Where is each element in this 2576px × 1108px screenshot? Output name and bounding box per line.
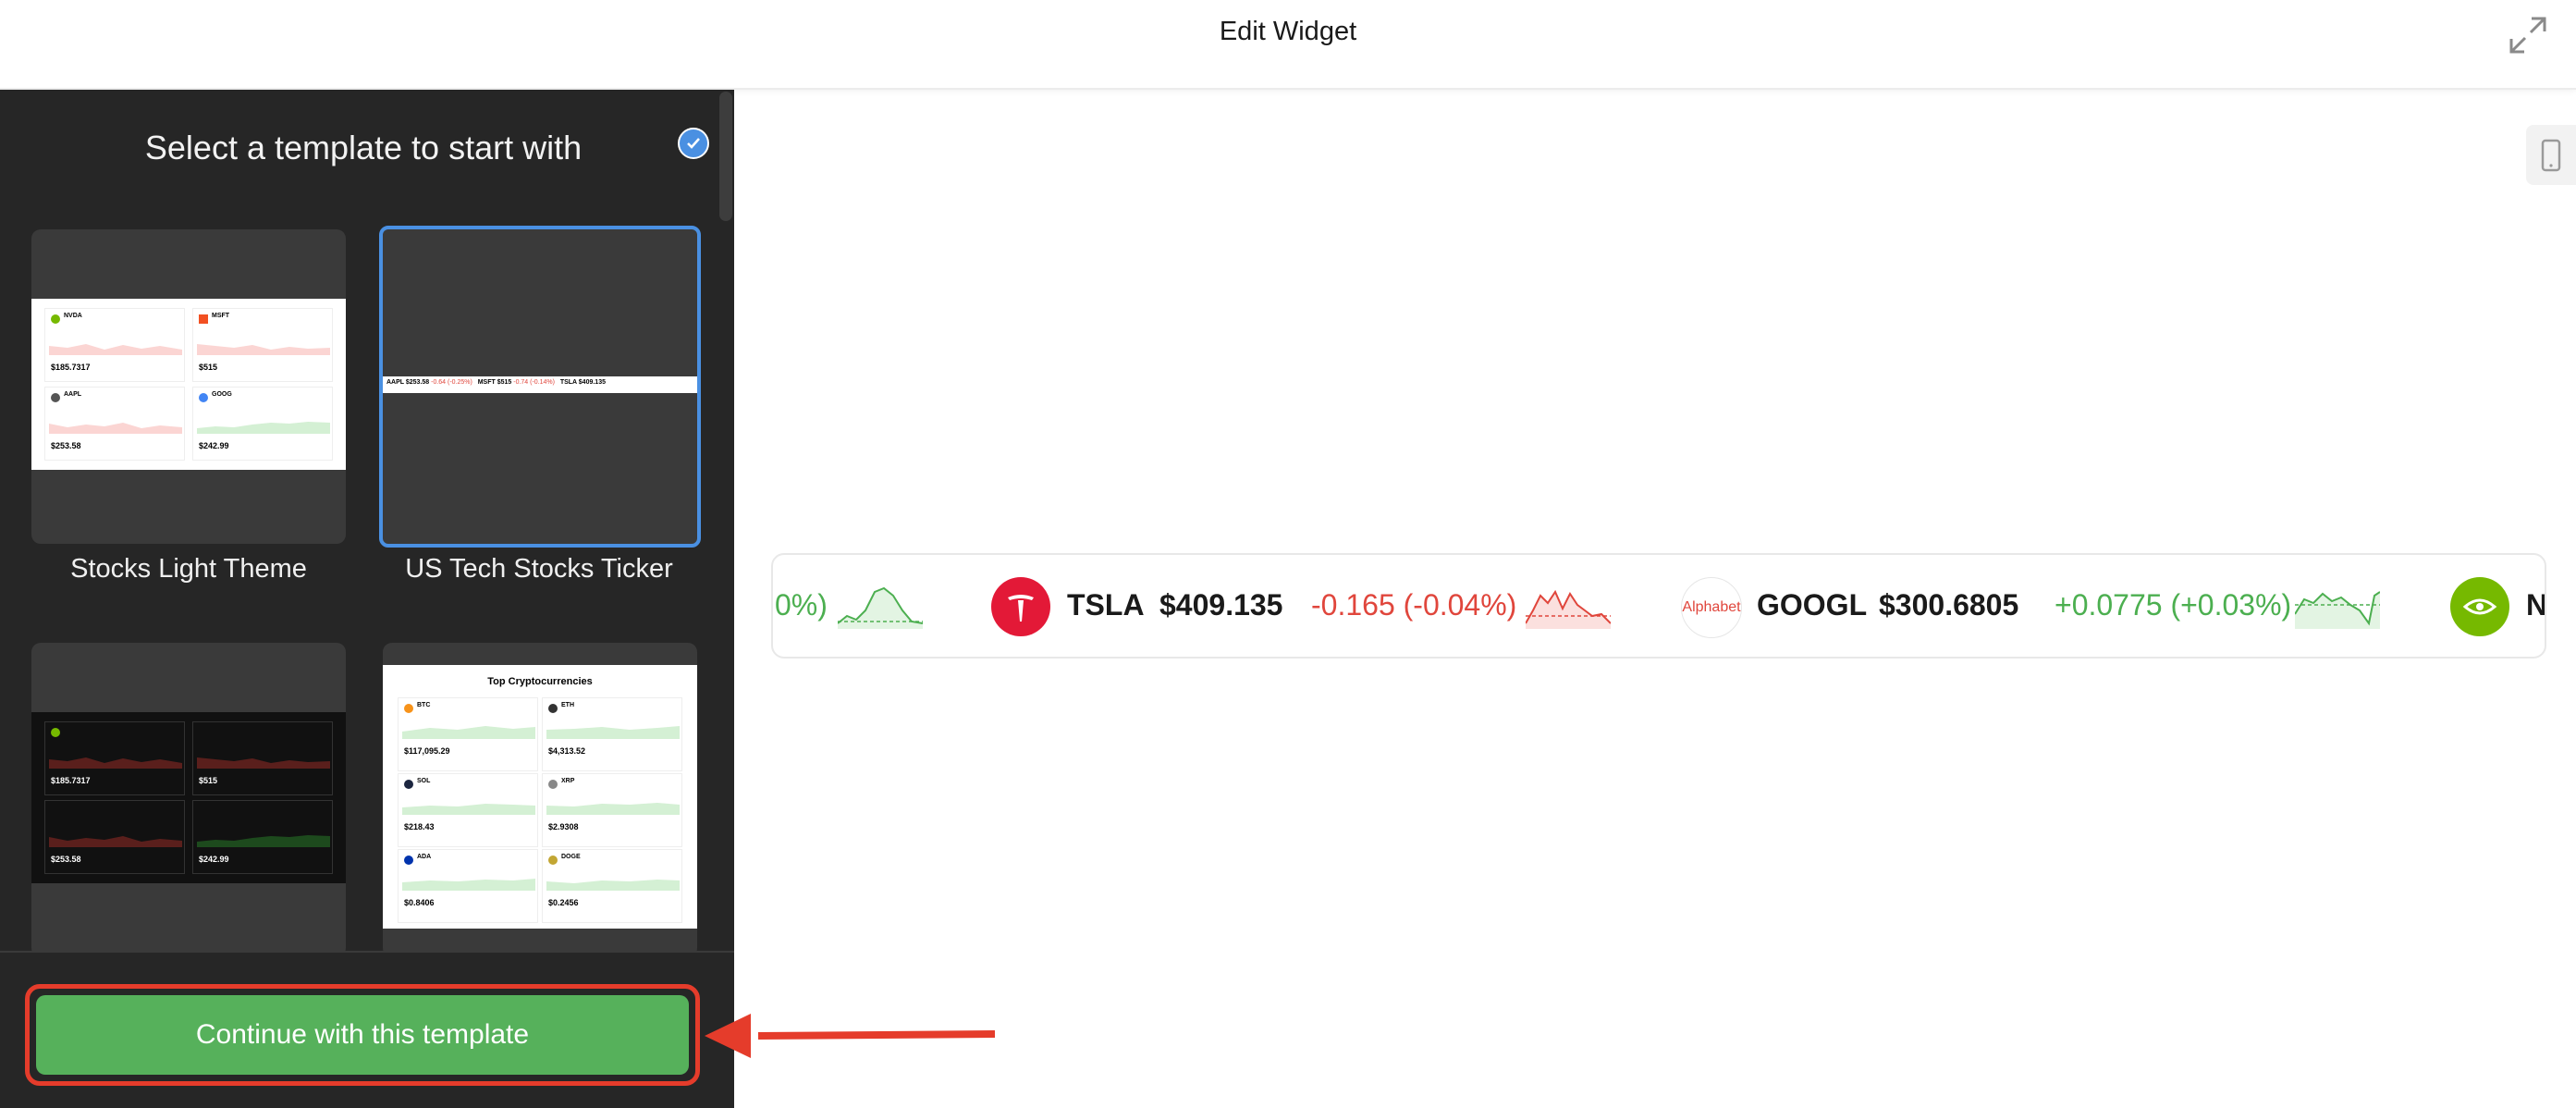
alphabet-logo-icon: Alphabet bbox=[1681, 577, 1742, 638]
thumb-tile: $253.58 bbox=[44, 800, 185, 874]
thumb-tile: $185.7317 bbox=[44, 721, 185, 795]
template-label: US Tech Stocks Ticker bbox=[405, 554, 673, 584]
ticker-change: +0.0775 (+0.03%) bbox=[2055, 588, 2292, 622]
ticker-partial-change: 0%) bbox=[775, 588, 828, 622]
ticker-symbol: N bbox=[2526, 588, 2546, 622]
continue-button[interactable]: Continue with this template bbox=[36, 995, 689, 1075]
thumb-tile: XRP $2.9308 bbox=[542, 773, 682, 847]
thumb-tile: $515 bbox=[192, 721, 333, 795]
sparkline bbox=[2295, 591, 2380, 629]
ticker-change: -0.165 (-0.04%) bbox=[1311, 588, 1517, 622]
template-card-us-tech-ticker[interactable]: AAPL $253.58 -0.64 (-0.25%) MSFT $515 -0… bbox=[379, 226, 701, 548]
ticker-symbol: GOOGL bbox=[1757, 588, 1868, 622]
thumb-tile: ADA $0.8406 bbox=[398, 849, 538, 923]
ticker-preview: 0%) TSLA $409.135 -0.165 (-0.04%) Alphab… bbox=[771, 553, 2546, 659]
phone-icon bbox=[2541, 139, 2561, 172]
template-card-stocks-dark[interactable]: $185.7317 $515 $253.58 $242.99 bbox=[31, 643, 346, 957]
template-card-crypto[interactable]: Top Cryptocurrencies BTC $117,095.29 ETH… bbox=[383, 643, 697, 957]
template-thumbnail: NVDA $185.7317 MSFT $515 AAPL $253.58 GO… bbox=[31, 299, 346, 470]
nvidia-logo-icon bbox=[2450, 577, 2509, 636]
template-thumbnail: $185.7317 $515 $253.58 $242.99 bbox=[31, 712, 346, 883]
template-thumbnail: AAPL $253.58 -0.64 (-0.25%) MSFT $515 -0… bbox=[383, 376, 697, 393]
sidebar-heading: Select a template to start with bbox=[144, 129, 583, 166]
thumb-tile: AAPL $253.58 bbox=[44, 387, 185, 461]
sparkline bbox=[1526, 589, 1611, 629]
thumb-tile: NVDA $185.7317 bbox=[44, 308, 185, 382]
thumb-tile: MSFT $515 bbox=[192, 308, 333, 382]
header-bar: Edit Widget bbox=[0, 0, 2576, 90]
thumb-tile: GOOG $242.99 bbox=[192, 387, 333, 461]
tesla-logo-icon bbox=[991, 577, 1050, 636]
thumb-tile: $242.99 bbox=[192, 800, 333, 874]
template-card-stocks-light[interactable]: NVDA $185.7317 MSFT $515 AAPL $253.58 GO… bbox=[31, 229, 346, 544]
thumb-tile: ETH $4,313.52 bbox=[542, 697, 682, 771]
template-thumbnail: Top Cryptocurrencies BTC $117,095.29 ETH… bbox=[383, 665, 697, 929]
continue-button-highlight: Continue with this template bbox=[25, 984, 700, 1086]
ticker-symbol: TSLA bbox=[1067, 588, 1145, 622]
mobile-preview-toggle[interactable] bbox=[2526, 125, 2576, 185]
page-title: Edit Widget bbox=[1219, 17, 1357, 46]
thumb-tile: BTC $117,095.29 bbox=[398, 697, 538, 771]
sparkline bbox=[838, 586, 923, 629]
ticker-price: $300.6805 bbox=[1879, 588, 2019, 622]
thumb-tile: SOL $218.43 bbox=[398, 773, 538, 847]
expand-icon[interactable] bbox=[2508, 15, 2548, 55]
ticker-price: $409.135 bbox=[1159, 588, 1283, 622]
selected-check-icon bbox=[678, 128, 709, 159]
thumb-tile: DOGE $0.2456 bbox=[542, 849, 682, 923]
template-label: Stocks Light Theme bbox=[70, 554, 307, 584]
